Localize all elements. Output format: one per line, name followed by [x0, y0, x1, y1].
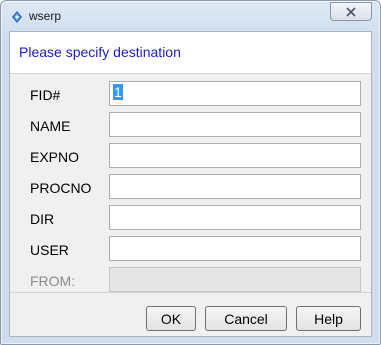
dialog-header: Please specify destination	[10, 32, 371, 74]
row-dir: DIR	[10, 205, 371, 230]
expno-input[interactable]	[109, 143, 361, 168]
from-input	[109, 267, 361, 292]
expno-label: EXPNO	[30, 149, 80, 165]
fid-value: 1	[113, 84, 123, 100]
dir-label: DIR	[30, 211, 55, 227]
close-button[interactable]	[330, 2, 372, 21]
title-bar[interactable]: wserp	[1, 1, 380, 29]
name-label: NAME	[30, 118, 71, 134]
fid-input[interactable]: 1	[109, 81, 361, 106]
close-icon	[346, 7, 356, 17]
name-input[interactable]	[109, 112, 361, 137]
row-fid: FID# 1	[10, 81, 371, 106]
row-user: USER	[10, 236, 371, 261]
procno-input[interactable]	[109, 174, 361, 199]
dialog-instruction: Please specify destination	[19, 44, 181, 60]
from-label: FROM:	[30, 273, 76, 289]
button-bar: OK Cancel Help	[10, 292, 371, 337]
help-button[interactable]: Help	[296, 306, 361, 331]
cancel-button[interactable]: Cancel	[205, 306, 287, 331]
dir-input[interactable]	[109, 205, 361, 230]
row-from: FROM:	[10, 267, 371, 292]
app-icon	[12, 11, 22, 23]
window-title: wserp	[29, 9, 62, 23]
row-expno: EXPNO	[10, 143, 371, 168]
dialog-window: wserp Please specify destination FID# 1 …	[0, 0, 381, 345]
user-input[interactable]	[109, 236, 361, 261]
dialog-body: Please specify destination FID# 1 NAME E…	[9, 31, 372, 337]
row-procno: PROCNO	[10, 174, 371, 199]
row-name: NAME	[10, 112, 371, 137]
user-label: USER	[30, 242, 69, 258]
procno-label: PROCNO	[30, 180, 92, 196]
fid-label: FID#	[30, 87, 61, 103]
ok-button[interactable]: OK	[146, 306, 196, 331]
